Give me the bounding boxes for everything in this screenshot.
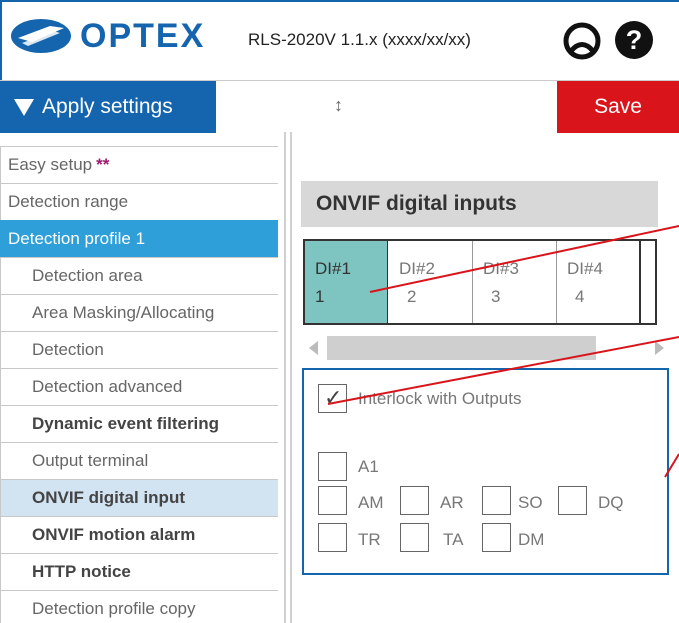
sidebar-item-onvif-digital-input[interactable]: ONVIF digital input: [0, 479, 278, 516]
sidebar-item-label: ONVIF motion alarm: [32, 525, 196, 544]
page-title: ONVIF digital inputs: [301, 181, 658, 227]
interlock-checkbox[interactable]: ✓: [318, 384, 347, 413]
scroll-right-icon[interactable]: [655, 341, 664, 355]
checkbox-ar[interactable]: [400, 486, 429, 515]
tab-di4[interactable]: DI#4 4: [557, 241, 640, 323]
checkbox-dq[interactable]: [558, 486, 587, 515]
scroll-left-icon[interactable]: [309, 341, 318, 355]
panel-divider: [284, 132, 286, 623]
sidebar-item-detection-range[interactable]: Detection range: [0, 183, 278, 220]
apply-settings-button[interactable]: Apply settings: [0, 81, 216, 133]
sidebar-item-onvif-motion-alarm[interactable]: ONVIF motion alarm: [0, 516, 278, 553]
di-tab-strip: DI#1 1 DI#2 2 DI#3 3 DI#4 4: [303, 239, 657, 325]
version-label: RLS-2020V 1.1.x (xxxx/xx/xx): [248, 30, 471, 49]
sidebar-item-label: Detection profile copy: [32, 599, 196, 618]
resize-handle-icon[interactable]: ↕: [334, 95, 343, 116]
sidebar-item-dynamic-event-filtering[interactable]: Dynamic event filtering: [0, 405, 278, 442]
checkbox-a1[interactable]: [318, 452, 347, 481]
tab-label: DI#1: [315, 259, 351, 278]
panel-divider: [290, 132, 292, 623]
checkbox-dm[interactable]: [482, 523, 511, 552]
tab-value: 4: [575, 287, 585, 306]
tab-label: DI#4: [567, 259, 603, 278]
app-header: OPTEX RLS-2020V 1.1.x (xxxx/xx/xx) ?: [0, 0, 679, 80]
sidebar-item-http-notice[interactable]: HTTP notice: [0, 553, 278, 590]
checkbox-label: SO: [518, 493, 543, 512]
sidebar-item-label: Detection area: [32, 266, 143, 285]
tab-value: 2: [407, 287, 417, 306]
checkmark-icon: ✓: [324, 385, 343, 410]
sidebar-item-output-terminal[interactable]: Output terminal: [0, 442, 278, 479]
interlock-settings-box: ✓ Interlock with Outputs A1 AM AR SO DQ …: [302, 368, 669, 575]
interlock-label: Interlock with Outputs: [358, 389, 522, 408]
sidebar-item-label: HTTP notice: [32, 562, 131, 581]
apply-settings-label: Apply settings: [42, 95, 173, 118]
help-icon[interactable]: ?: [614, 20, 654, 60]
checkbox-label: AR: [440, 493, 464, 512]
sidebar-item-easy-setup[interactable]: Easy setup **: [0, 146, 278, 183]
sidebar-item-label: Detection advanced: [32, 377, 183, 396]
tab-label: DI#3: [483, 259, 519, 278]
checkbox-label: TR: [358, 530, 381, 549]
tab-value: 3: [491, 287, 501, 306]
tab-divider: [639, 241, 641, 323]
sidebar-item-area-masking[interactable]: Area Masking/Allocating: [0, 294, 278, 331]
checkbox-tr[interactable]: [318, 523, 347, 552]
sidebar-item-detection-area[interactable]: Detection area: [0, 257, 278, 294]
checkbox-am[interactable]: [318, 486, 347, 515]
sidebar-nav: Easy setup ** Detection range Detection p…: [0, 146, 278, 623]
tab-scrollbar[interactable]: [303, 336, 668, 360]
tab-value: 1: [315, 287, 325, 306]
checkbox-label: DM: [518, 530, 545, 549]
checkbox-label: AM: [358, 493, 384, 512]
sidebar-item-detection-profile-1[interactable]: Detection profile 1: [0, 220, 278, 257]
sidebar-item-label: Detection range: [8, 192, 129, 211]
scrollbar-thumb[interactable]: [327, 336, 596, 360]
save-button[interactable]: Save: [557, 81, 679, 133]
sidebar-item-detection[interactable]: Detection: [0, 331, 278, 368]
required-marker: **: [96, 155, 110, 174]
optex-logo-mark-icon: [11, 19, 71, 53]
sidebar-item-label: Area Masking/Allocating: [32, 303, 215, 322]
checkbox-so[interactable]: [482, 486, 511, 515]
sidebar-item-label: ONVIF digital input: [32, 488, 185, 507]
brand-name: OPTEX: [80, 17, 206, 55]
sidebar-item-label: Easy setup: [8, 155, 93, 174]
sidebar-item-label: Detection: [32, 340, 104, 359]
sidebar-item-label: Dynamic event filtering: [32, 414, 220, 433]
tab-label: DI#2: [399, 259, 435, 278]
sidebar-item-label: Detection profile 1: [8, 229, 146, 248]
sidebar-item-label: Output terminal: [32, 451, 149, 470]
tab-di3[interactable]: DI#3 3: [473, 241, 556, 323]
checkbox-label: DQ: [598, 493, 624, 512]
toolbar: Apply settings ↕ Save: [0, 80, 679, 133]
tab-di1[interactable]: DI#1 1: [305, 241, 388, 323]
tab-di2[interactable]: DI#2 2: [389, 241, 472, 323]
checkbox-label: TA: [443, 530, 464, 549]
checkbox-ta[interactable]: [400, 523, 429, 552]
triangle-down-icon: [14, 98, 34, 116]
profile-icon[interactable]: [562, 20, 602, 60]
optex-logo: OPTEX: [10, 18, 205, 54]
svg-text:?: ?: [626, 25, 643, 55]
checkbox-label: A1: [358, 457, 379, 476]
sidebar-item-detection-profile-copy[interactable]: Detection profile copy: [0, 590, 278, 623]
sidebar-item-detection-advanced[interactable]: Detection advanced: [0, 368, 278, 405]
